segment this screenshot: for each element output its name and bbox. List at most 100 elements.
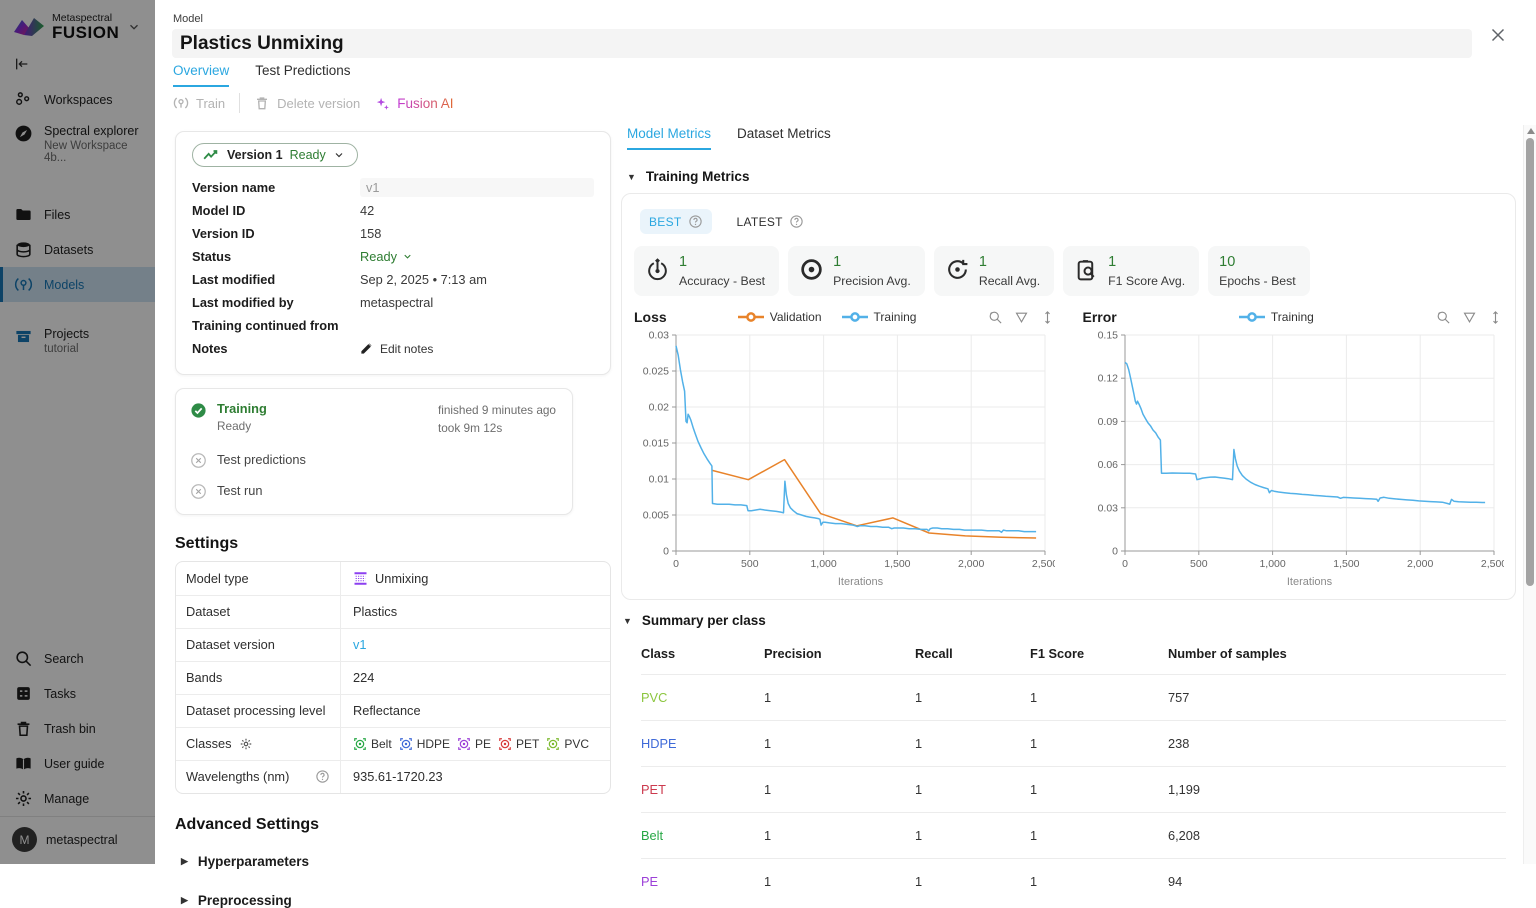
class-link[interactable]: PE [641,874,658,889]
model-modal: Model Plastics Unmixing Overview Test Pr… [155,0,1536,864]
field-notes: Notes Edit notes [192,337,594,360]
dataset-version-link[interactable]: v1 [353,637,367,652]
svg-text:0: 0 [1122,558,1128,570]
filter-icon[interactable] [1462,310,1477,325]
legend-training[interactable]: Training [842,310,917,324]
svg-text:2,000: 2,000 [958,558,984,570]
training-metrics-toggle[interactable]: ▼ Training Metrics [627,169,1516,184]
legend-training[interactable]: Training [1239,310,1314,324]
advanced-settings-heading: Advanced Settings [175,816,611,834]
training-metrics-card: BEST LATEST 1 Accuracy - Best [621,193,1516,600]
model-title-field[interactable]: Plastics Unmixing [172,29,1472,58]
edit-notes-button[interactable]: Edit notes [360,342,433,356]
check-circle-icon [190,402,207,419]
chevron-right-icon: ▶ [181,895,188,906]
legend-marker [1239,312,1265,322]
summary-per-class-toggle[interactable]: ▼ Summary per class [623,613,1516,628]
metric-cards: 1 Accuracy - Best 1 Precision Avg. [634,246,1503,296]
scrollbar-thumb[interactable] [1526,138,1534,586]
vertical-expand-icon[interactable] [1488,310,1503,325]
class-icon [498,737,512,751]
class-icon [546,737,560,751]
tab-dataset-metrics[interactable]: Dataset Metrics [737,126,831,150]
classes-gear-icon[interactable] [239,737,253,751]
svg-text:0.025: 0.025 [643,366,669,378]
filter-icon[interactable] [1014,310,1029,325]
loss-chart-legend: Validation Training [667,310,988,324]
class-icon [457,737,471,751]
train-label: Train [196,96,225,111]
field-model-id: Model ID 42 [192,199,594,222]
version-name-input[interactable]: v1 [360,178,594,197]
legend-validation[interactable]: Validation [738,310,822,324]
class-chip-pe: PE [457,737,491,751]
zoom-reset-icon[interactable] [1436,310,1451,325]
help-icon[interactable] [315,769,330,784]
scroll-up-arrow[interactable] [1527,128,1535,134]
chevron-down-icon: ▼ [623,616,632,626]
settings-heading: Settings [175,535,611,553]
circle-x-icon [190,452,207,469]
field-version-name: Version name v1 [192,176,594,199]
breadcrumb: Model [173,13,203,25]
page-title: Plastics Unmixing [180,33,344,55]
svg-text:0: 0 [673,558,679,570]
delete-version-button[interactable]: Delete version [254,95,360,111]
class-link[interactable]: Belt [641,828,663,843]
scrollbar[interactable] [1523,125,1536,864]
svg-text:0.12: 0.12 [1097,373,1118,385]
error-chart-plot[interactable]: 00.030.060.090.120.1505001,0001,5002,000… [1083,327,1504,589]
svg-text:0: 0 [1112,546,1118,558]
setting-dataset-version: Dataset version v1 [176,628,610,661]
tab-overview[interactable]: Overview [173,63,229,87]
f1-score-icon [1074,257,1099,282]
class-link[interactable]: PVC [641,690,667,705]
modal-backdrop[interactable] [0,0,155,864]
metric-card-accuracy: 1 Accuracy - Best [634,246,779,296]
chevron-down-icon [402,251,413,262]
class-link[interactable]: HDPE [641,736,677,751]
hyperparameters-toggle[interactable]: ▶ Hyperparameters [181,854,611,869]
help-icon[interactable] [688,214,703,229]
train-button[interactable]: Train [173,95,225,111]
setting-model-type: Model type Unmixing [176,562,610,595]
svg-text:0.01: 0.01 [649,474,670,486]
close-icon[interactable] [1487,24,1509,46]
help-icon[interactable] [789,214,804,229]
version-selector[interactable]: Version 1 Ready [192,143,358,167]
zoom-reset-icon[interactable] [988,310,1003,325]
table-row-pet: PET 1 1 1 1,199 [641,767,1506,813]
class-link[interactable]: PET [641,782,666,797]
vertical-expand-icon[interactable] [1040,310,1055,325]
svg-text:500: 500 [1190,558,1208,570]
class-icon [353,737,367,751]
recall-icon [945,257,970,282]
table-row-pe: PE 1 1 1 94 [641,859,1506,905]
svg-text:0.06: 0.06 [1097,459,1118,471]
loss-chart-plot[interactable]: 00.0050.010.0150.020.0250.0305001,0001,5… [634,327,1055,589]
setting-processing-level: Dataset processing level Reflectance [176,694,610,727]
table-row-belt: Belt 1 1 1 6,208 [641,813,1506,859]
toolbar: Train Delete version Fusion AI [173,93,454,113]
tab-model-metrics[interactable]: Model Metrics [627,126,711,150]
preprocessing-toggle[interactable]: ▶ Preprocessing [181,893,611,908]
best-toggle[interactable]: BEST [640,209,712,234]
status-dropdown[interactable]: Ready [360,249,397,264]
svg-text:0: 0 [663,546,669,558]
version-name: Version 1 [227,148,283,162]
svg-text:2,500: 2,500 [1480,558,1503,570]
tab-test-predictions[interactable]: Test Predictions [255,63,350,87]
version-status: Ready [290,148,326,162]
setting-bands: Bands 224 [176,661,610,694]
latest-toggle[interactable]: LATEST [728,209,813,234]
version-card: Version 1 Ready Version name v1 Model ID… [175,131,611,375]
metric-card-precision: 1 Precision Avg. [788,246,925,296]
svg-text:0.015: 0.015 [643,438,669,450]
metrics-tabs: Model Metrics Dataset Metrics [627,126,1516,150]
fusion-ai-button[interactable]: Fusion AI [374,95,453,112]
metric-card-epochs: 10 Epochs - Best [1208,246,1310,296]
metric-card-f1: 1 F1 Score Avg. [1063,246,1199,296]
table-row-hdpe: HDPE 1 1 1 238 [641,721,1506,767]
table-row-pvc: PVC 1 1 1 757 [641,675,1506,721]
error-chart-title: Error [1083,309,1117,325]
